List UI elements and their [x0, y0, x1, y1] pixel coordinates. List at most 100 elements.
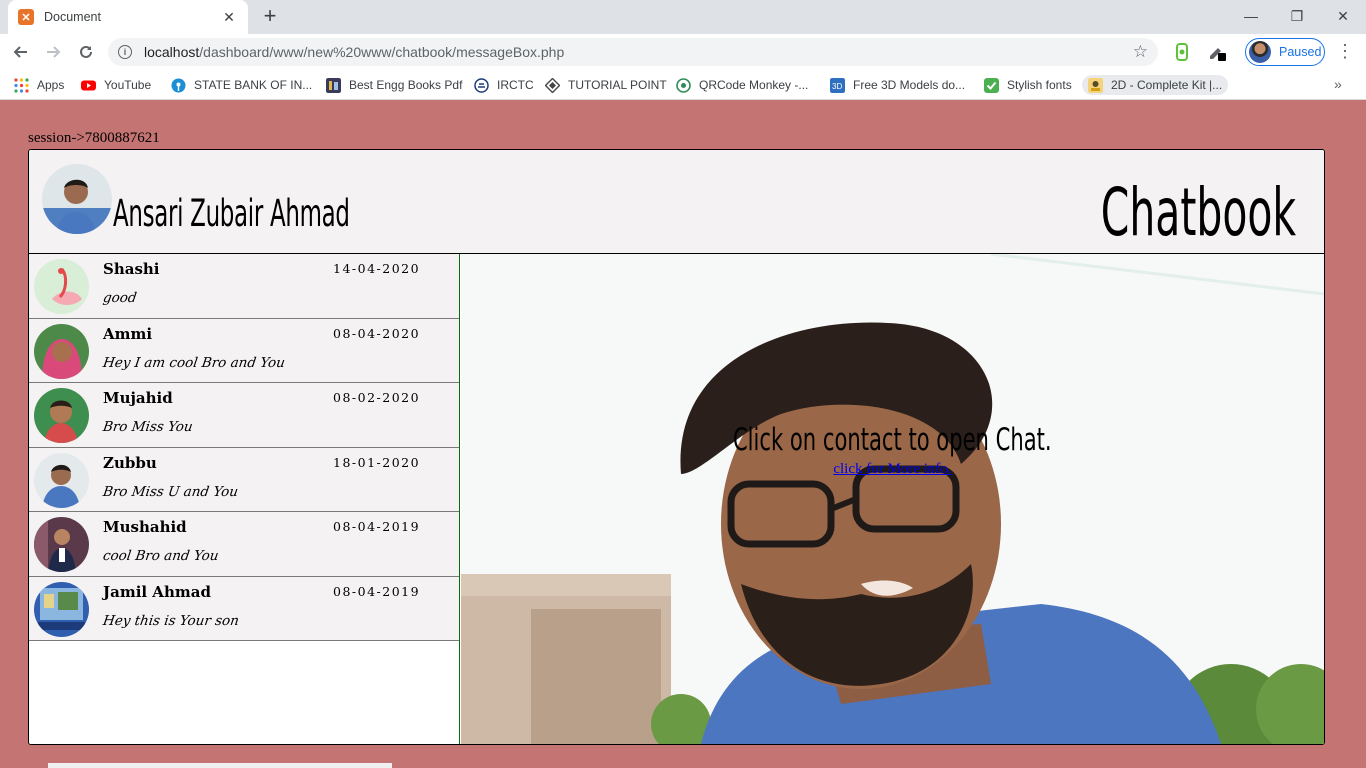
- browser-tab[interactable]: ✕ Document ✕: [8, 0, 248, 34]
- kit-icon: [1088, 77, 1103, 93]
- user-avatar: [42, 164, 112, 234]
- books-icon: [326, 77, 341, 93]
- url-text[interactable]: localhost/dashboard/www/new%20www/chatbo…: [144, 44, 1133, 60]
- bookmark-label: Stylish fonts: [1007, 78, 1072, 92]
- contact-item[interactable]: Shashi 14-04-2020 good: [29, 254, 459, 319]
- bookmark-label: Best Engg Books Pdf: [349, 78, 463, 92]
- reload-icon: [80, 45, 92, 58]
- contact-date: 14-04-2020: [333, 261, 421, 276]
- contact-last-message: Bro Miss U and You: [101, 483, 240, 500]
- close-tab-icon[interactable]: ✕: [220, 9, 238, 26]
- bookmark-label: Apps: [37, 78, 65, 92]
- contact-name: Jamil Ahmad: [103, 582, 211, 601]
- open-chat-prompt: Click on contact to open Chat.: [733, 422, 1052, 458]
- contact-name: Mujahid: [103, 389, 173, 407]
- contact-date: 08-04-2019: [333, 519, 421, 534]
- xampp-favicon-icon: ✕: [18, 9, 34, 25]
- svg-text:3D: 3D: [832, 82, 842, 91]
- contact-avatar: [34, 323, 89, 379]
- contact-item[interactable]: Zubbu 18-01-2020 Bro Miss U and You: [29, 447, 459, 512]
- contact-item[interactable]: Mujahid 08-02-2020 Bro Miss You: [29, 383, 459, 448]
- bookmark-irctc[interactable]: IRCTC: [474, 75, 534, 95]
- new-tab-button[interactable]: +: [258, 5, 282, 29]
- bookmark-label: TUTORIAL POINT: [568, 78, 667, 92]
- app-title: Chatbook: [1100, 174, 1296, 251]
- minimize-button[interactable]: —: [1228, 4, 1274, 28]
- contact-last-message: Hey this is Your son: [101, 612, 241, 629]
- chat-app: Ansari Zubair Ahmad Chatbook Shashi 14-0…: [28, 149, 1325, 745]
- reload-button[interactable]: [73, 39, 99, 65]
- contact-item[interactable]: Jamil Ahmad 08-04-2019 Hey this is Your …: [29, 576, 459, 641]
- user-name: Ansari Zubair Ahmad: [113, 192, 350, 235]
- contact-name: Zubbu: [103, 453, 157, 472]
- qrcode-icon: [676, 77, 691, 93]
- bookmark-label: 2D - Complete Kit |...: [1111, 78, 1223, 92]
- bookmark-3d-models[interactable]: 3D Free 3D Models do...: [830, 75, 965, 95]
- bookmark-apps[interactable]: Apps: [14, 75, 64, 95]
- contact-avatar: [34, 259, 89, 314]
- apps-grid-icon: [14, 77, 29, 93]
- profile-paused-button[interactable]: Paused: [1245, 38, 1325, 66]
- browser-menu-icon[interactable]: ⋮: [1336, 42, 1354, 62]
- extension-pen-icon[interactable]: [1208, 42, 1228, 62]
- contact-name: Shashi: [103, 260, 160, 278]
- bookmarks-bar: Apps YouTube STATE BANK OF IN... Best En…: [0, 70, 1366, 100]
- contact-name: Mushahid: [103, 518, 187, 536]
- tab-strip: ✕ Document ✕ + — ❐ ✕: [0, 0, 1366, 34]
- contact-last-message: Hey I am cool Bro and You: [101, 354, 287, 371]
- youtube-icon: [81, 80, 96, 90]
- irctc-icon: [474, 77, 489, 93]
- contact-date: 08-04-2019: [333, 583, 421, 599]
- horizontal-scrollbar[interactable]: [48, 763, 392, 768]
- app-header: Ansari Zubair Ahmad Chatbook: [29, 150, 1324, 254]
- bookmark-label: QRCode Monkey -...: [699, 78, 809, 92]
- contact-date: 18-01-2020: [333, 454, 421, 470]
- browser-toolbar: i localhost/dashboard/www/new%20www/chat…: [0, 34, 1366, 70]
- tutorialpoint-icon: [545, 77, 560, 93]
- back-button[interactable]: [8, 39, 34, 65]
- contact-avatar: [34, 581, 89, 637]
- sbi-icon: [171, 78, 186, 92]
- session-text: session->7800887621: [28, 130, 160, 146]
- forward-button[interactable]: [40, 39, 66, 65]
- contact-avatar: [34, 452, 89, 508]
- more-bookmarks-icon[interactable]: »: [1334, 76, 1342, 92]
- contact-list: Shashi 14-04-2020 good Ammi 08-04-2020 H…: [29, 254, 460, 744]
- tab-title: Document: [44, 10, 101, 24]
- bookmark-star-icon[interactable]: ☆: [1133, 42, 1148, 62]
- bookmark-stylish-fonts[interactable]: Stylish fonts: [984, 75, 1072, 95]
- bookmark-2d-complete-kit[interactable]: 2D - Complete Kit |...: [1082, 75, 1229, 95]
- contact-name: Ammi: [103, 324, 153, 343]
- more-info-link-wrapper: click for More info.: [461, 461, 1324, 478]
- restore-button[interactable]: ❐: [1274, 4, 1320, 28]
- contact-last-message: cool Bro and You: [101, 548, 220, 564]
- contact-date: 08-02-2020: [333, 390, 421, 405]
- bookmark-qrcode-monkey[interactable]: QRCode Monkey -...: [676, 75, 808, 95]
- site-info-icon[interactable]: i: [118, 45, 132, 59]
- extension-green-icon[interactable]: [1172, 42, 1192, 62]
- bookmark-engg-books[interactable]: Best Engg Books Pdf: [326, 75, 462, 95]
- contact-item[interactable]: Ammi 08-04-2020 Hey I am cool Bro and Yo…: [29, 318, 459, 383]
- bookmark-youtube[interactable]: YouTube: [81, 75, 151, 95]
- contact-avatar: [34, 388, 89, 443]
- contact-last-message: good: [101, 290, 138, 306]
- bookmark-sbi[interactable]: STATE BANK OF IN...: [171, 75, 312, 95]
- back-arrow-icon: [13, 46, 27, 58]
- profile-status: Paused: [1279, 45, 1322, 59]
- bookmark-label: IRCTC: [497, 78, 534, 92]
- 3d-icon: 3D: [830, 77, 845, 93]
- bookmark-tutorial-point[interactable]: TUTORIAL POINT: [545, 75, 667, 95]
- background-photo: [461, 254, 1324, 744]
- contact-item[interactable]: Mushahid 08-04-2019 cool Bro and You: [29, 512, 459, 577]
- more-info-link[interactable]: click for More info.: [833, 461, 951, 477]
- contact-avatar: [34, 517, 89, 572]
- profile-avatar: [1249, 41, 1271, 63]
- bookmark-label: YouTube: [104, 78, 152, 92]
- chat-welcome-panel: Click on contact to open Chat. click for…: [461, 254, 1324, 744]
- close-window-button[interactable]: ✕: [1320, 4, 1366, 28]
- contact-last-message: Bro Miss You: [101, 419, 194, 435]
- check-shield-icon: [984, 77, 999, 93]
- bookmark-label: Free 3D Models do...: [853, 78, 966, 92]
- forward-arrow-icon: [47, 46, 61, 58]
- address-bar[interactable]: i localhost/dashboard/www/new%20www/chat…: [108, 38, 1158, 66]
